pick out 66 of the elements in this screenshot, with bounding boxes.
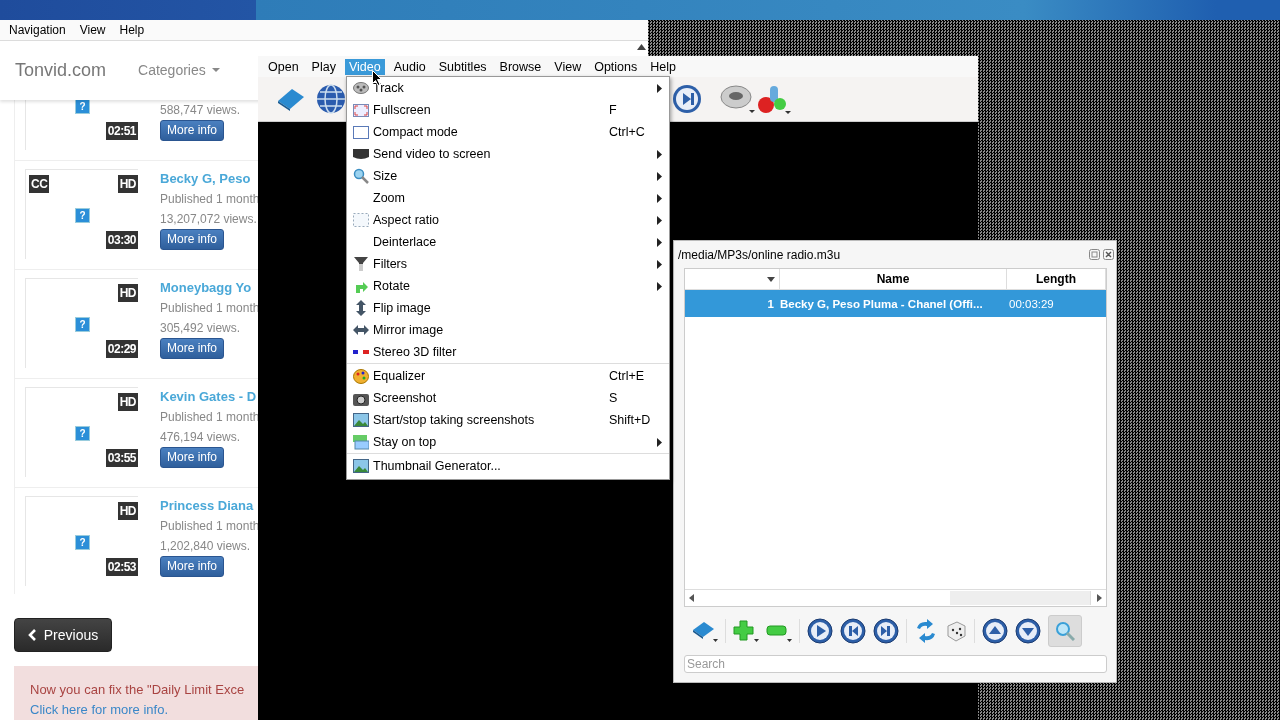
column-header[interactable]: Name [780,269,1007,289]
missing-image-icon: ? [75,534,90,550]
video-thumbnail[interactable]: CC HD ? 03:30 [25,168,138,259]
menu-item[interactable]: Size [347,165,669,187]
menu-item[interactable]: Zoom [347,187,669,209]
more-info-button[interactable]: More info [160,119,225,141]
notice-text: Now you can fix the "Daily Limit Exce [30,681,246,699]
duration-badge: 02:53 [105,557,138,576]
menu-item[interactable]: Help [646,58,680,75]
menu-item[interactable]: Browse [495,58,546,75]
menu-item[interactable]: View [550,58,586,75]
menu-item[interactable]: Options [590,58,642,75]
video-thumbnail[interactable]: HD ? 02:29 [25,277,138,368]
view-count: 13,207,072 views. [160,210,257,228]
menu-item[interactable]: Rotate [347,275,669,297]
view-count: 476,194 views. [160,428,241,446]
more-info-button[interactable]: More info [160,446,225,468]
missing-image-icon: ? [75,207,90,223]
categories-dropdown[interactable]: Categories [138,62,220,79]
menu-item[interactable]: Compact mode Ctrl+C [347,121,669,143]
video-thumbnail[interactable]: HD ? 02:53 [25,495,138,586]
duration-badge: 02:51 [105,121,138,140]
hd-badge: HD [117,392,138,411]
more-info-button[interactable]: More info [160,555,225,577]
menu-item[interactable]: Stay on top [347,431,669,453]
view-count: 1,202,840 views. [160,537,251,555]
view-count: 305,492 views. [160,319,241,337]
video-thumbnail[interactable]: ? 02:51 [25,99,138,150]
search-field[interactable]: Search [684,655,1107,673]
menu-item[interactable]: Stereo 3D filter [347,341,669,363]
menu-item[interactable]: Help [119,22,145,37]
duration-badge: 03:30 [105,230,138,249]
menu-item[interactable]: Start/stop taking screenshots Shift+D [347,409,669,431]
menu-item[interactable]: Subtitles [434,58,491,75]
menu-item[interactable]: Flip image [347,297,669,319]
video-thumbnail[interactable]: HD ? 03:55 [25,386,138,477]
site-logo[interactable]: Tonvid.com [15,59,107,81]
missing-image-icon: ? [75,316,90,332]
menu-item[interactable]: View [79,22,106,37]
menu-item[interactable]: Mirror image [347,319,669,341]
menu-item[interactable]: Open [264,58,303,75]
menu-item[interactable]: Send video to screen [347,143,669,165]
menu-item[interactable]: Thumbnail Generator... [347,453,669,477]
menu-item[interactable]: Filters [347,253,669,275]
duration-badge: 03:55 [105,448,138,467]
more-info-button[interactable]: More info [160,228,225,250]
menu-item[interactable]: Track [347,77,669,99]
menu-item[interactable]: Equalizer Ctrl+E [347,363,669,387]
missing-image-icon: ? [75,425,90,441]
menu-item[interactable]: Audio [389,58,430,75]
menu-item[interactable]: Fullscreen F [347,99,669,121]
menu-item[interactable]: Navigation [9,22,66,37]
hd-badge: HD [117,283,138,302]
cc-badge: CC [29,174,50,193]
more-info-button[interactable]: More info [160,337,225,359]
view-count: 588,747 views. [160,101,241,119]
menu-item[interactable]: Screenshot S [347,387,669,409]
duration-badge: 02:29 [105,339,138,358]
hd-badge: HD [117,174,138,193]
menu-item[interactable]: Play [307,58,340,75]
menu-item[interactable]: Aspect ratio [347,209,669,231]
hd-badge: HD [117,501,138,520]
previous-button[interactable]: Previous [14,618,112,652]
window-title: /media/MP3s/online radio.m3u [678,247,841,262]
column-header[interactable]: Length [1007,269,1106,289]
menu-item[interactable]: Deinterlace [347,231,669,253]
